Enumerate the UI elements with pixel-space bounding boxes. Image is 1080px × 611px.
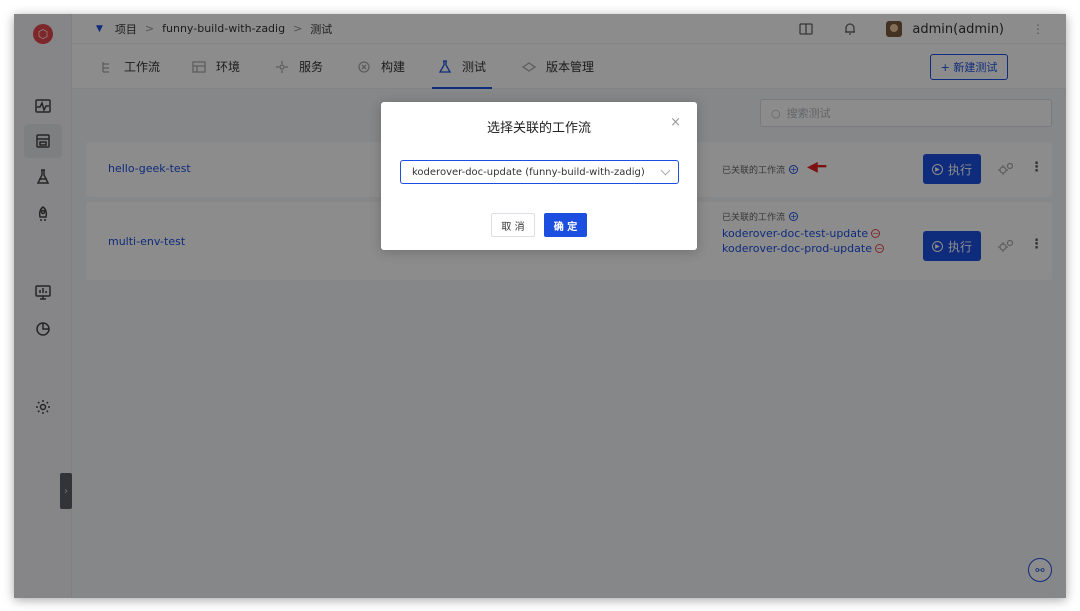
- dialog-title: 选择关联的工作流: [486, 121, 591, 136]
- cancel-button[interactable]: 取 消: [491, 213, 535, 237]
- close-icon[interactable]: ×: [670, 115, 681, 130]
- select-workflow-dialog: 选择关联的工作流 × koderover-doc-update (funny-b…: [381, 102, 697, 250]
- app-window: ⬡ › ▼ 项目 > funny-build-with-zadig > 测试 a…: [14, 14, 1066, 598]
- confirm-button[interactable]: 确 定: [544, 213, 587, 237]
- selected-workflow-value: koderover-doc-update (funny-build-with-z…: [412, 166, 645, 178]
- workflow-select[interactable]: koderover-doc-update (funny-build-with-z…: [400, 160, 679, 184]
- chevron-down-icon: [660, 165, 671, 176]
